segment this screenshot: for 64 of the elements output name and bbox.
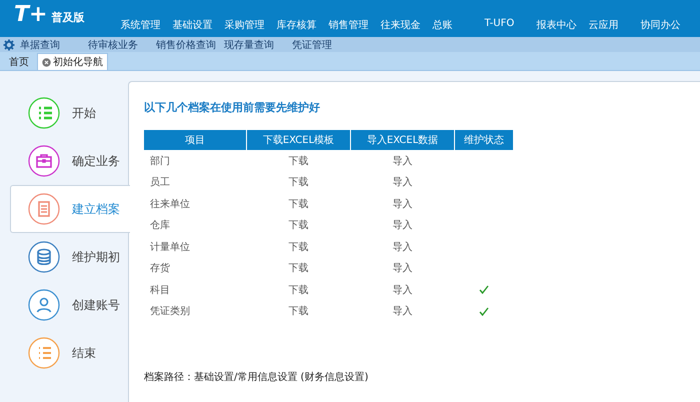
menu-item[interactable]: 报表中心 [536, 18, 588, 32]
download-link[interactable]: 下载 [288, 196, 308, 211]
path-note: 档案路径：基础设置/常用信息设置 (财务信息设置) [144, 370, 370, 384]
item-name: 存货 [150, 262, 170, 276]
edition-label: 普及版 [51, 10, 84, 25]
toolbar-item[interactable]: 现存量查询 [224, 38, 292, 52]
toolbar-item[interactable]: 单据查询 [20, 38, 88, 52]
toolbar-item[interactable]: 销售价格查询 [156, 38, 224, 52]
import-link[interactable]: 导入 [392, 175, 412, 190]
menu-item[interactable]: 销售管理 [328, 18, 380, 32]
column-header: 下载EXCEL模板 [247, 130, 350, 150]
panel-heading: 以下几个档案在使用前需要先维护好 [144, 100, 321, 115]
item-name: 员工 [150, 176, 170, 190]
download-link[interactable]: 下载 [288, 304, 308, 318]
import-link[interactable]: 导入 [392, 261, 412, 276]
step-item[interactable]: 结束 [10, 329, 128, 377]
menu-item[interactable]: 系统管理 [120, 18, 172, 32]
import-link[interactable]: 导入 [392, 218, 412, 232]
item-name: 仓库 [150, 218, 170, 232]
step-item[interactable]: 建立档案 [10, 185, 130, 233]
tab[interactable]: 初始化导航 [37, 53, 108, 70]
step-icon [28, 289, 60, 321]
import-link[interactable]: 导入 [392, 196, 412, 211]
column-header: 项目 [144, 130, 246, 150]
menu-item[interactable]: 往来现金 [380, 18, 432, 32]
import-link[interactable]: 导入 [392, 154, 412, 168]
item-name: 部门 [150, 154, 170, 168]
download-link[interactable]: 下载 [288, 175, 308, 190]
item-name: 计量单位 [150, 240, 190, 254]
column-header: 维护状态 [455, 130, 513, 150]
step-item[interactable]: 确定业务 [10, 137, 128, 185]
item-name: 凭证类别 [150, 304, 190, 318]
menu-item[interactable]: 库存核算 [276, 18, 328, 32]
toolbar-item[interactable]: 凭证管理 [292, 38, 360, 52]
step-icon [28, 145, 60, 177]
toolbar-item[interactable]: 待审核业务 [88, 38, 156, 52]
step-item[interactable]: 维护期初 [10, 233, 128, 281]
logo: T+ [14, 2, 48, 27]
step-icon [28, 97, 60, 129]
download-link[interactable]: 下载 [288, 282, 308, 297]
download-link[interactable]: 下载 [288, 240, 308, 254]
step-icon [28, 337, 60, 369]
import-link[interactable]: 导入 [392, 304, 412, 318]
tab[interactable]: 首页 [4, 53, 34, 70]
step-item[interactable]: 创建账号 [10, 281, 128, 329]
menu-item[interactable]: T-UFO [484, 18, 536, 32]
import-link[interactable]: 导入 [392, 282, 412, 297]
menu-item[interactable]: 云应用 [588, 18, 640, 32]
item-name: 科目 [150, 284, 170, 297]
download-link[interactable]: 下载 [288, 218, 308, 232]
column-header: 导入EXCEL数据 [351, 130, 454, 150]
import-link[interactable]: 导入 [392, 240, 412, 254]
step-item[interactable]: 开始 [10, 89, 128, 137]
item-name: 往来单位 [150, 198, 190, 211]
download-link[interactable]: 下载 [288, 261, 308, 276]
menu-item[interactable]: 协同办公 [640, 18, 680, 32]
menu-item[interactable]: 采购管理 [224, 18, 276, 32]
menu-item[interactable]: 基础设置 [172, 18, 224, 32]
menu-item[interactable]: 总账 [432, 18, 484, 32]
step-icon [28, 241, 60, 273]
settings-icon[interactable] [3, 39, 15, 51]
download-link[interactable]: 下载 [288, 154, 308, 168]
step-icon [28, 193, 60, 225]
close-icon[interactable] [42, 58, 51, 66]
